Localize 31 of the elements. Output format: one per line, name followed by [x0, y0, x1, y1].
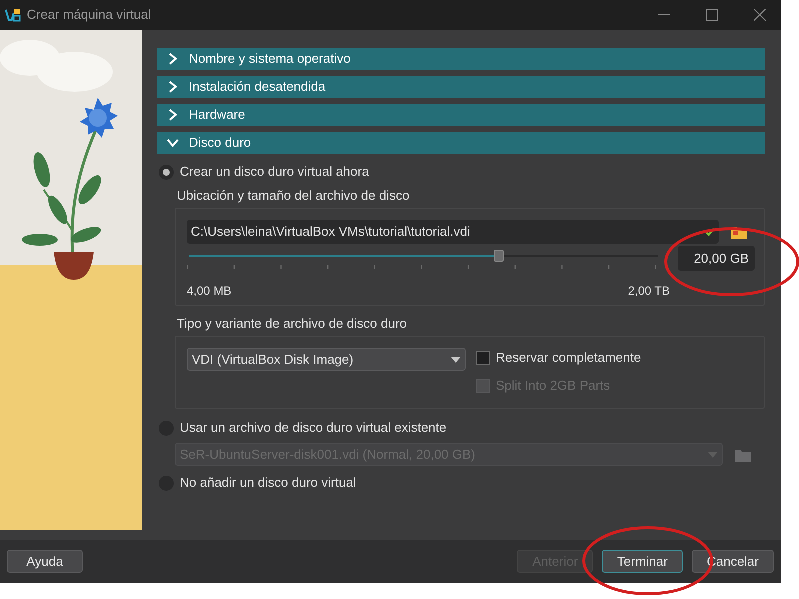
path-field[interactable]: C:\Users\leina\VirtualBox VMs\tutorial\tutorial.vdi — [187, 220, 719, 244]
section-header[interactable]: Disco duro — [157, 132, 765, 154]
chevron-right-icon — [167, 109, 179, 121]
section-header[interactable]: Nombre y sistema operativo — [157, 48, 765, 70]
format-dropdown[interactable]: VDI (VirtualBox Disk Image) — [187, 348, 466, 371]
max-size-label: 2,00 TB — [628, 283, 670, 300]
group-label: Ubicación y tamaño del archivo de disco — [177, 187, 411, 205]
radio-label[interactable]: Crear un disco duro virtual ahora — [180, 162, 370, 182]
checkbox[interactable] — [476, 351, 490, 365]
maximize-icon[interactable] — [706, 9, 718, 21]
dialog-button[interactable]: Ayuda — [7, 550, 83, 573]
radio-label[interactable]: No añadir un disco duro virtual — [180, 473, 356, 493]
dropdown-arrow-icon — [708, 452, 718, 458]
section-header[interactable]: Hardware — [157, 104, 765, 126]
chevron-right-icon — [167, 81, 179, 93]
slider-handle[interactable] — [494, 250, 504, 262]
min-size-label: 4,00 MB — [187, 283, 232, 300]
close-icon[interactable] — [754, 9, 766, 21]
window-title: Crear máquina virtual — [27, 6, 152, 24]
chevron-down-icon — [167, 137, 179, 149]
checkmark-icon — [705, 227, 715, 237]
dialog-button[interactable]: Terminar — [602, 550, 683, 573]
group-label: Tipo y variante de archivo de disco duro — [177, 315, 408, 332]
radio-button[interactable] — [159, 164, 174, 180]
dropdown-arrow-icon — [451, 356, 461, 362]
size-field[interactable]: 20,00 GB — [678, 246, 755, 271]
checkbox-label[interactable]: Reservar completamente — [496, 348, 642, 368]
section-header[interactable]: Instalación desatendida — [157, 76, 765, 98]
size-slider[interactable] — [189, 250, 658, 262]
app-logo-icon — [5, 7, 21, 23]
chevron-right-icon — [167, 53, 179, 65]
